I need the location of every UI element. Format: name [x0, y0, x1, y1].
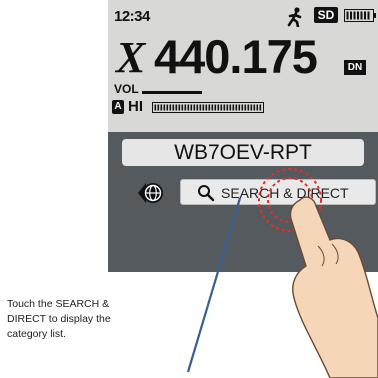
meter-tick [238, 104, 241, 111]
frequency-readout[interactable]: 440.175 [154, 31, 318, 83]
meter-tick [199, 104, 202, 111]
globe-icon[interactable] [136, 179, 166, 207]
meter-tick [250, 104, 253, 111]
meter-tick [184, 104, 187, 111]
meter-tick [187, 104, 190, 111]
meter-tick [217, 104, 220, 111]
meter-tick [241, 104, 244, 111]
meter-tick [190, 104, 193, 111]
band-badge: A [112, 100, 124, 114]
meter-tick [172, 104, 175, 111]
radio-screen: 12:34 SD X 440.175 DN VOL A HI WB7OEV-RP… [108, 0, 378, 272]
meter-tick [259, 104, 262, 111]
volume-label: VOL [114, 82, 139, 96]
caption-line-1: Touch the SEARCH & [7, 298, 110, 310]
magnifier-icon [198, 185, 215, 202]
meter-tick [160, 104, 163, 111]
meter-tick [220, 104, 223, 111]
volume-bar [142, 91, 202, 94]
meter-tick [154, 104, 157, 111]
meter-tick [229, 104, 232, 111]
meter-tick [181, 104, 184, 111]
meter-tick [169, 104, 172, 111]
meter-tick [232, 104, 235, 111]
meter-tick [208, 104, 211, 111]
caption-line-3: category list. [7, 328, 66, 340]
meter-tick [178, 104, 181, 111]
walking-person-icon [287, 7, 302, 27]
instruction-caption: Touch the SEARCH & DIRECT to display the… [7, 297, 187, 342]
sd-card-badge: SD [314, 7, 338, 23]
meter-tick [214, 104, 217, 111]
memory-panel: WB7OEV-RPT SEARCH & DIRECT [108, 132, 378, 272]
meter-tick [235, 104, 238, 111]
meter-tick [193, 104, 196, 111]
meter-tick [244, 104, 247, 111]
meter-tick [175, 104, 178, 111]
meter-tick [202, 104, 205, 111]
meter-tick [226, 104, 229, 111]
callsign-field[interactable]: WB7OEV-RPT [122, 139, 364, 166]
meter-tick [253, 104, 256, 111]
meter-tick [166, 104, 169, 111]
signal-meter [152, 102, 264, 113]
meter-tick [247, 104, 250, 111]
search-direct-label: SEARCH & DIRECT [221, 185, 349, 201]
meter-tick [256, 104, 259, 111]
digital-mode-badge: DN [344, 60, 366, 75]
clock: 12:34 [114, 8, 150, 25]
power-label: HI [128, 98, 143, 115]
meter-tick [196, 104, 199, 111]
battery-icon [344, 9, 376, 22]
mode-indicator: X [116, 33, 146, 82]
meter-tick [205, 104, 208, 111]
meter-tick [223, 104, 226, 111]
search-direct-button[interactable]: SEARCH & DIRECT [180, 179, 376, 205]
meter-tick [157, 104, 160, 111]
meter-tick [211, 104, 214, 111]
meter-tick [163, 104, 166, 111]
caption-line-2: DIRECT to display the [7, 313, 111, 325]
